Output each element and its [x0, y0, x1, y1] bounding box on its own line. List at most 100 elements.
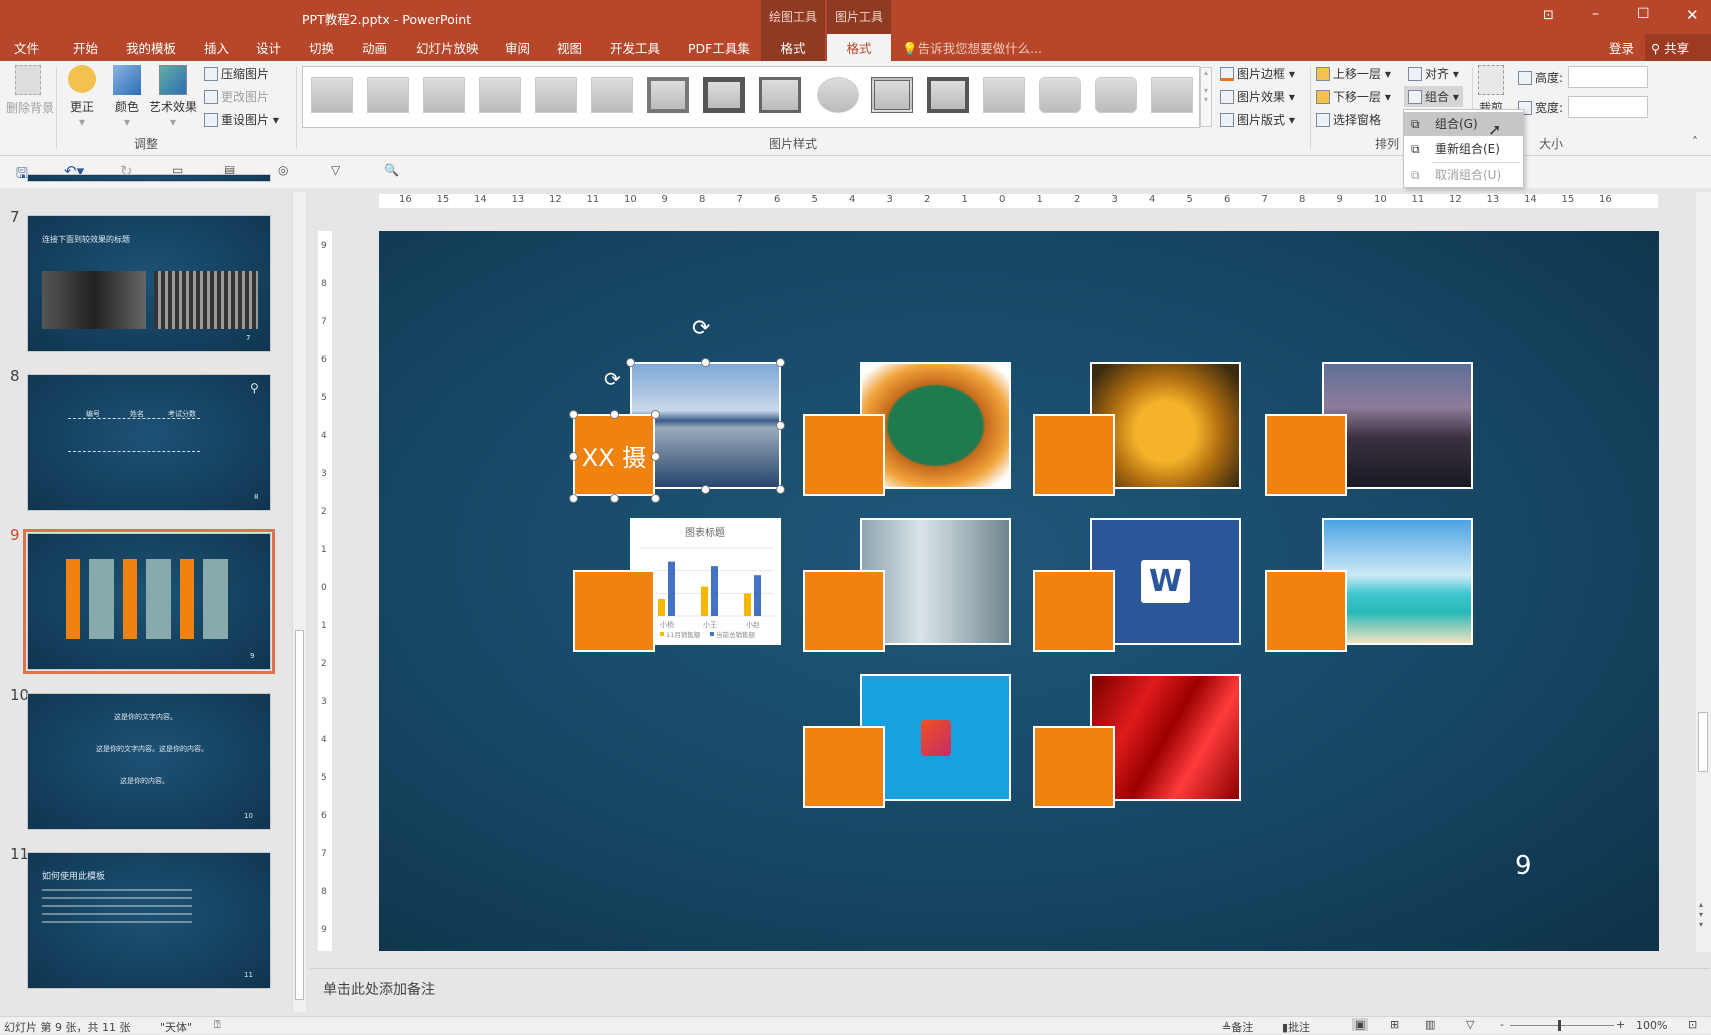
picture-style[interactable]: [1095, 77, 1137, 113]
orange-box[interactable]: [1033, 414, 1115, 496]
tab-slideshow[interactable]: 幻灯片放映: [416, 38, 479, 57]
tab-design[interactable]: 设计: [256, 38, 281, 57]
orange-box[interactable]: [573, 570, 655, 652]
group-button[interactable]: 组合 ▾: [1404, 86, 1463, 107]
picture-style[interactable]: [535, 77, 577, 113]
notes-button[interactable]: ≜备注: [1222, 1019, 1253, 1035]
tab-my-templates[interactable]: 我的模板: [126, 38, 176, 57]
orange-box[interactable]: [803, 414, 885, 496]
collapse-ribbon-icon[interactable]: ˄: [1692, 135, 1698, 149]
remove-background-button[interactable]: 删除背景: [6, 65, 54, 116]
resize-handle[interactable]: [701, 358, 710, 367]
minimize-button[interactable]: –: [1592, 6, 1599, 22]
slide-scrollbar[interactable]: ▴ ▾ ▾: [1696, 192, 1711, 952]
notes-pane[interactable]: 单击此处添加备注: [310, 968, 1710, 1016]
fit-slide-icon[interactable]: ⊡: [1688, 1018, 1697, 1031]
picture-style[interactable]: [367, 77, 409, 113]
slide-thumbnail-8[interactable]: ⚲ 编号 姓名 考试分数 8: [27, 374, 271, 511]
picture-styles-gallery[interactable]: [302, 66, 1200, 128]
caption-box[interactable]: XX 摄: [573, 414, 655, 496]
slide-sorter-icon[interactable]: ⊞: [1390, 1018, 1399, 1031]
maximize-button[interactable]: ☐: [1637, 6, 1650, 22]
resize-handle[interactable]: [569, 452, 578, 461]
resize-handle[interactable]: [776, 358, 785, 367]
picture-style[interactable]: [479, 77, 521, 113]
bring-forward-button[interactable]: 上移一层 ▾: [1316, 65, 1391, 82]
slide-canvas[interactable]: 图表标题 小杨 小王 小赵 11月销售额 当前总销售额 W XX 摄 ⟳ ⟳ 9: [379, 231, 1659, 951]
slide-thumbnail-partial[interactable]: [27, 174, 271, 182]
resize-handle[interactable]: [651, 410, 660, 419]
picture-style[interactable]: [647, 77, 689, 113]
resize-handle[interactable]: [701, 485, 710, 494]
zoom-in-button[interactable]: +: [1616, 1018, 1625, 1031]
zoom-slider[interactable]: [1510, 1020, 1614, 1031]
color-button[interactable]: 颜色 ▾: [113, 65, 141, 129]
slide-thumbnail-11[interactable]: 如何使用此模板 11: [27, 852, 271, 989]
resize-handle[interactable]: [610, 494, 619, 503]
tab-review[interactable]: 审阅: [505, 38, 530, 57]
zoom-out-button[interactable]: -: [1500, 1018, 1504, 1031]
rotate-handle-icon[interactable]: ⟳: [604, 367, 621, 391]
corrections-button[interactable]: 更正 ▾: [68, 65, 96, 129]
tab-transitions[interactable]: 切换: [309, 38, 334, 57]
tab-insert[interactable]: 插入: [204, 38, 229, 57]
resize-handle[interactable]: [626, 358, 635, 367]
orange-box[interactable]: [1265, 570, 1347, 652]
picture-style[interactable]: [591, 77, 633, 113]
share-button[interactable]: ⚲ 共享: [1645, 34, 1711, 61]
reading-view-icon[interactable]: ▥: [1425, 1018, 1435, 1031]
rotate-handle-icon[interactable]: ⟳: [692, 316, 710, 341]
picture-style[interactable]: [983, 77, 1025, 113]
selection-pane-button[interactable]: 选择窗格: [1316, 111, 1381, 128]
tab-pdf[interactable]: PDF工具集: [688, 38, 750, 57]
slide-thumbnail-10[interactable]: 这是你的文字内容。 这是你的文字内容。这是你的内容。 这是你的内容。 10: [27, 693, 271, 830]
zoom-level[interactable]: 100%: [1636, 1019, 1667, 1032]
resize-handle[interactable]: [651, 494, 660, 503]
tab-drawing-format[interactable]: 格式: [761, 34, 825, 61]
picture-border-button[interactable]: 图片边框 ▾: [1220, 65, 1295, 82]
picture-style[interactable]: [703, 77, 745, 113]
ribbon-display-icon[interactable]: ⊡: [1543, 8, 1554, 23]
tab-home[interactable]: 开始: [73, 38, 98, 57]
picture-style[interactable]: [927, 77, 969, 113]
normal-view-icon[interactable]: ▣: [1352, 1018, 1369, 1031]
resize-handle[interactable]: [569, 494, 578, 503]
tab-picture-format[interactable]: 格式: [827, 34, 891, 61]
send-backward-button[interactable]: 下移一层 ▾: [1316, 88, 1391, 105]
tab-file[interactable]: 文件: [14, 38, 39, 57]
width-input[interactable]: [1568, 96, 1648, 118]
picture-style[interactable]: [1151, 77, 1193, 113]
orange-box[interactable]: [803, 726, 885, 808]
picture-style[interactable]: [817, 77, 859, 113]
picture-effects-button[interactable]: 图片效果 ▾: [1220, 88, 1295, 105]
resize-handle[interactable]: [776, 421, 785, 430]
orange-box[interactable]: [1033, 570, 1115, 652]
height-input[interactable]: [1568, 66, 1648, 88]
picture-style[interactable]: [871, 77, 913, 113]
compress-pictures-button[interactable]: 压缩图片: [204, 65, 269, 82]
thumbnail-scrollbar[interactable]: [292, 192, 306, 1012]
align-button[interactable]: 对齐 ▾: [1408, 65, 1459, 82]
picture-style[interactable]: [1039, 77, 1081, 113]
reset-picture-button[interactable]: 重设图片 ▾: [204, 111, 279, 128]
tell-me-search[interactable]: 💡告诉我您想要做什么...: [902, 38, 1042, 57]
slide-thumbnail-7[interactable]: 连接下面到较效果的标题 7: [27, 215, 271, 352]
tab-animations[interactable]: 动画: [362, 38, 387, 57]
shape-icon[interactable]: ◎: [278, 163, 288, 177]
present-icon[interactable]: ▽: [331, 163, 340, 177]
menu-item-group[interactable]: ⧉ 组合(G): [1404, 112, 1523, 136]
menu-item-ungroup[interactable]: ⧉ 取消组合(U): [1404, 163, 1523, 187]
orange-box[interactable]: [1033, 726, 1115, 808]
tab-view[interactable]: 视图: [557, 38, 582, 57]
preview-icon[interactable]: 🔍: [384, 163, 399, 177]
change-picture-button[interactable]: 更改图片: [204, 88, 269, 105]
picture-style[interactable]: [759, 77, 801, 113]
spellcheck-icon[interactable]: ⍰: [214, 1018, 221, 1032]
gallery-scroll[interactable]: ▴ ▾ ▾: [1200, 67, 1212, 127]
slideshow-icon[interactable]: ▽: [1466, 1018, 1474, 1031]
orange-box[interactable]: [1265, 414, 1347, 496]
resize-handle[interactable]: [569, 410, 578, 419]
picture-layout-button[interactable]: 图片版式 ▾: [1220, 111, 1295, 128]
picture-style[interactable]: [423, 77, 465, 113]
orange-box[interactable]: [803, 570, 885, 652]
